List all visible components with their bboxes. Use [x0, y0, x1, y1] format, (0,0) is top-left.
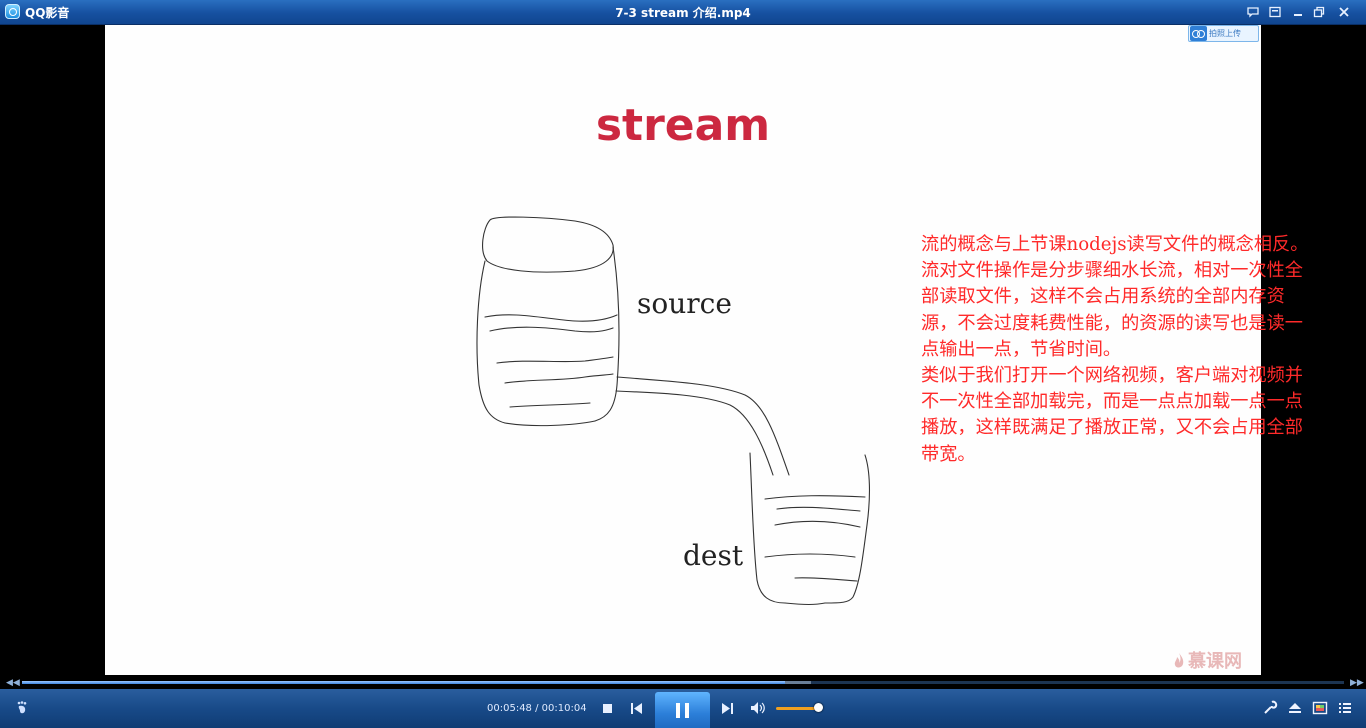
title-bar[interactable]: QQ影音 7-3 stream 介绍.mp4 — [0, 0, 1366, 25]
app-name[interactable]: QQ影音 — [25, 4, 69, 21]
progress-buffer — [785, 681, 811, 684]
source-water-3 — [496, 356, 614, 364]
subtitle-line: 类似于我们打开一个网络视频，客户端对视频并 — [921, 364, 1303, 386]
volume-slider-handle[interactable] — [814, 703, 823, 712]
settings-icon[interactable] — [1262, 700, 1278, 716]
next-icon[interactable] — [721, 702, 734, 715]
time-display: 00:05:48 / 00:10:04 — [487, 703, 587, 714]
dest-water-2 — [776, 506, 861, 512]
seek-forward-icon[interactable]: ▶▶ — [1350, 678, 1364, 688]
previous-icon[interactable] — [630, 702, 643, 715]
video-area[interactable]: 拍照上传 stream source dest 慕课网 流的概念与上节课node… — [0, 25, 1366, 677]
source-cup-bottom — [504, 420, 596, 427]
playlist-icon[interactable] — [1337, 700, 1353, 716]
seek-back-icon[interactable]: ◀◀ — [6, 678, 20, 688]
subtitle-line: 流的概念与上节课nodejs读写文件的概念相反。 — [921, 234, 1309, 255]
control-bar: 00:05:48 / 00:10:04 — [0, 689, 1366, 728]
progress-bar[interactable]: ◀◀ ▶▶ — [0, 677, 1366, 689]
flame-icon — [1174, 653, 1184, 668]
source-label: source — [637, 287, 732, 320]
dest-water-5 — [794, 577, 858, 582]
footprint-icon[interactable] — [16, 701, 30, 715]
window-title: 7-3 stream 介绍.mp4 — [615, 6, 751, 20]
source-cup-left — [476, 260, 506, 424]
minimize-icon[interactable] — [1290, 4, 1306, 20]
subtitle-overlay: 流的概念与上节课nodejs读写文件的概念相反。 流对文件操作是分步骤细水长流，… — [921, 232, 1366, 468]
subtitle-line: 源，不会过度耗费性能，的资源的读写也是读一 — [921, 312, 1303, 334]
qq-player-logo-icon[interactable] — [5, 4, 20, 19]
dest-cup-left — [749, 452, 786, 604]
restore-icon[interactable] — [1311, 4, 1327, 20]
source-water-2 — [489, 326, 614, 333]
stop-icon[interactable] — [602, 703, 613, 714]
source-cup-rim — [482, 216, 614, 273]
subtitle-line: 流对文件操作是分步骤细水长流，相对一次性全 — [921, 260, 1303, 282]
subtitle-line: 点输出一点，节省时间。 — [921, 338, 1122, 360]
pause-icon — [676, 703, 680, 718]
source-cup-right — [594, 246, 620, 422]
time-separator: / — [531, 703, 542, 714]
subtitle-line: 带宽。 — [921, 443, 976, 465]
source-water-4 — [504, 373, 614, 384]
pause-button[interactable] — [655, 692, 710, 728]
imooc-watermark: 慕课网 — [1173, 647, 1242, 673]
dest-water-1 — [764, 495, 866, 500]
elapsed-time: 00:05:48 — [487, 703, 532, 714]
volume-icon[interactable] — [750, 701, 766, 715]
dest-water-3 — [774, 520, 861, 528]
mini-mode-icon[interactable] — [1267, 4, 1283, 20]
dest-water-4 — [764, 553, 856, 558]
volume-slider[interactable] — [776, 707, 819, 710]
subtitle-line: 部读取文件，这样不会占用系统的全部内存资 — [921, 286, 1285, 308]
source-water-5 — [509, 402, 591, 408]
stream-bottom — [615, 390, 774, 476]
screen-icon[interactable] — [1312, 700, 1328, 716]
source-water-1 — [484, 314, 618, 322]
progress-track[interactable] — [22, 681, 1344, 684]
eject-icon[interactable] — [1287, 700, 1303, 716]
pause-icon-bar — [685, 703, 689, 718]
dest-cup-bottom — [784, 602, 826, 606]
chat-bubble-icon[interactable] — [1245, 4, 1261, 20]
watermark-text: 慕课网 — [1188, 651, 1242, 672]
total-time: 00:10:04 — [541, 703, 587, 714]
progress-fill — [22, 681, 785, 684]
subtitle-line: 播放，这样既满足了播放正常，又不会占用全部 — [921, 417, 1303, 439]
subtitle-line: 不一次性全部加载完，而是一点点加载一点一点 — [921, 391, 1303, 413]
close-icon[interactable] — [1336, 4, 1352, 20]
dest-label: dest — [683, 539, 744, 572]
